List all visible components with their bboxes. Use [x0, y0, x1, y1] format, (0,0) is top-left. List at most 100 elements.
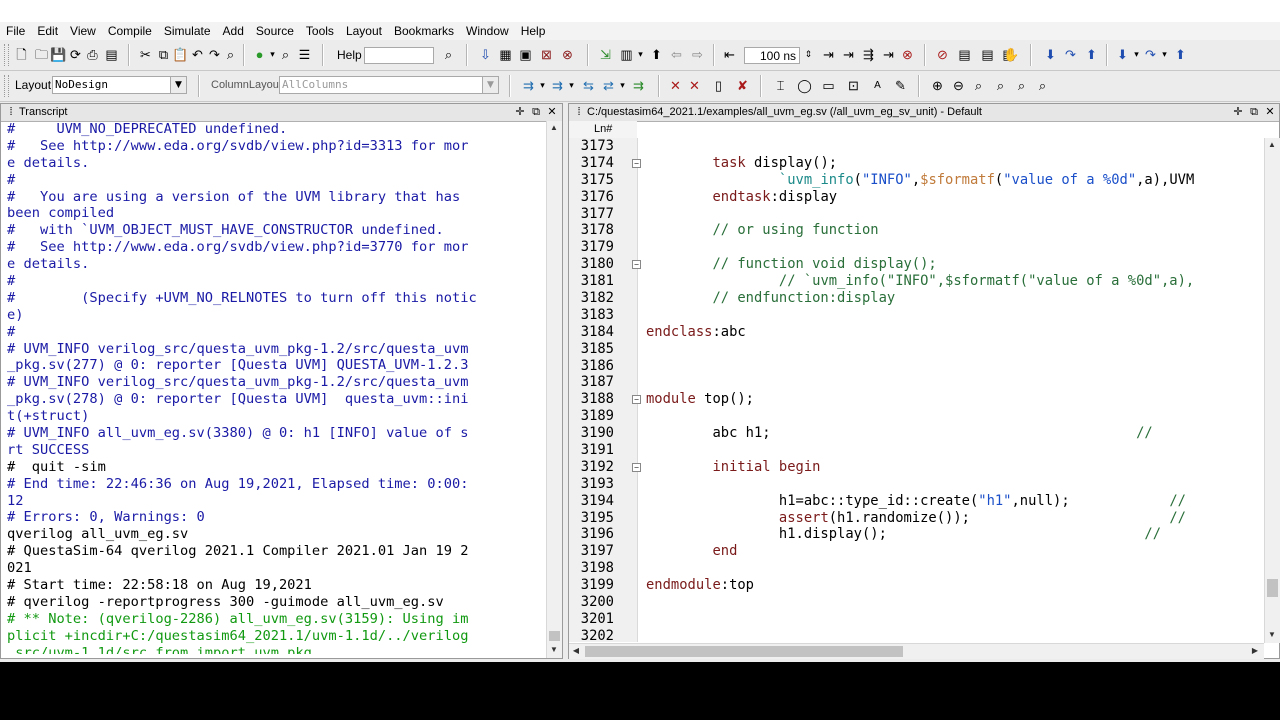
menu-window[interactable]: Window	[460, 22, 515, 40]
code-line[interactable]: 3185	[569, 341, 1263, 358]
compile-all-icon[interactable]: ▦	[497, 46, 514, 63]
print-icon[interactable]: ⎙	[84, 46, 101, 63]
scroll-down-icon[interactable]: ▼	[547, 643, 561, 657]
menu-compile[interactable]: Compile	[102, 22, 158, 40]
code-line[interactable]: 3191	[569, 442, 1263, 459]
add-pane-icon[interactable]: ✛	[513, 105, 527, 119]
scroll-down-icon[interactable]: ▼	[1265, 628, 1279, 642]
undock-icon[interactable]: ⧉	[529, 105, 543, 119]
step-icon[interactable]: ⇲	[597, 46, 614, 63]
code-line[interactable]: 3173	[569, 138, 1263, 155]
zoom-region-icon[interactable]: ⌕	[992, 77, 1009, 94]
restart-icon[interactable]: ⇤	[721, 46, 738, 63]
pen-icon[interactable]: ✎	[892, 77, 909, 94]
menu-add[interactable]: Add	[217, 22, 250, 40]
break-icon[interactable]: ⊠	[538, 46, 555, 63]
continue-run-icon[interactable]: ⇥	[840, 46, 857, 63]
code-line[interactable]: 3201	[569, 611, 1263, 628]
undo-icon[interactable]: ↶	[189, 46, 206, 63]
zoom-last-icon[interactable]: ⌕	[1034, 77, 1051, 94]
binoculars-icon[interactable]: ⌕	[277, 46, 294, 63]
code-line[interactable]: 3182 // endfunction:display	[569, 290, 1263, 307]
source-horizontal-scrollbar[interactable]: ◀ ▶	[569, 643, 1264, 659]
code-line[interactable]: 3193	[569, 476, 1263, 493]
delete-all-icon[interactable]: ✕	[686, 77, 703, 94]
code-line[interactable]: 3200	[569, 594, 1263, 611]
menu-bookmarks[interactable]: Bookmarks	[388, 22, 460, 40]
wave-zoom-icon[interactable]: ⇉	[630, 77, 647, 94]
chevron-down-icon[interactable]: ▾	[1156, 46, 1173, 63]
step-down-icon[interactable]: ⬇	[1042, 46, 1059, 63]
code-line[interactable]: 3197 end	[569, 543, 1263, 560]
code-line[interactable]: 3184 endclass:abc	[569, 324, 1263, 341]
help-search-field[interactable]	[364, 47, 434, 64]
chevron-down-icon[interactable]: ▾	[563, 77, 580, 94]
paste-icon[interactable]: 📋	[172, 46, 189, 63]
code-line[interactable]: 3189	[569, 408, 1263, 425]
scrollbar-thumb[interactable]	[585, 646, 903, 657]
scroll-right-icon[interactable]: ▶	[1248, 644, 1262, 658]
code-line[interactable]: 3179	[569, 239, 1263, 256]
menu-edit[interactable]: Edit	[31, 22, 64, 40]
fold-toggle-icon[interactable]: −	[632, 395, 641, 405]
scroll-left-icon[interactable]: ◀	[569, 644, 583, 658]
code-line[interactable]: 3181 // `uvm_info("INFO",$sformatf("valu…	[569, 273, 1263, 290]
layout-select[interactable]: NoDesign ▼	[52, 76, 187, 94]
zoom-in-icon[interactable]: ⊕	[929, 77, 946, 94]
code-line[interactable]: 3174 − task display();	[569, 155, 1263, 172]
menu-tools[interactable]: Tools	[300, 22, 340, 40]
menu-view[interactable]: View	[64, 22, 102, 40]
transcript-text[interactable]: # UVM_NO_DEPRECATED undefined. # See http…	[7, 121, 537, 654]
document-icon[interactable]: ▯	[710, 77, 727, 94]
code-line[interactable]: 3199 endmodule:top	[569, 577, 1263, 594]
scroll-up-icon[interactable]: ▲	[1265, 138, 1279, 152]
fold-toggle-icon[interactable]: −	[632, 158, 641, 168]
code-line[interactable]: 3195 assert(h1.randomize()); //	[569, 510, 1263, 527]
code-line[interactable]: 3187	[569, 374, 1263, 391]
source-code[interactable]: 3173 3174− task display(); 3175 `uvm_info(…	[569, 138, 1263, 642]
chevron-down-icon[interactable]: ▼	[482, 77, 498, 93]
reload-icon[interactable]: ⟳	[67, 46, 84, 63]
code-line[interactable]: 3183	[569, 307, 1263, 324]
code-line[interactable]: 3192 − initial begin	[569, 459, 1263, 476]
ellipse-icon[interactable]: ◯	[796, 77, 813, 94]
toolbar-grip[interactable]	[4, 44, 9, 66]
forward-arrow-icon[interactable]: ⇨	[689, 46, 706, 63]
add-pane-icon[interactable]: ✛	[1231, 105, 1245, 119]
toolbar-grip[interactable]	[4, 75, 9, 97]
close-icon[interactable]: ✕	[545, 105, 559, 119]
run-icon-2[interactable]: ⇥	[880, 46, 897, 63]
clear-icon[interactable]: ✘	[734, 77, 751, 94]
menu-source[interactable]: Source	[250, 22, 300, 40]
delete-icon[interactable]: ✕	[667, 77, 684, 94]
chevron-down-icon[interactable]: ▼	[170, 77, 186, 93]
column-layout-select[interactable]: AllColumns ▼	[279, 76, 499, 94]
list-icon[interactable]: ☰	[296, 46, 313, 63]
spinner-icon[interactable]: ⇕	[800, 46, 817, 63]
code-line[interactable]: 3175 `uvm_info("INFO",$sformatf("value o…	[569, 172, 1263, 189]
redo-icon[interactable]: ↷	[206, 46, 223, 63]
fold-toggle-icon[interactable]: −	[632, 260, 641, 270]
end-simulation-icon[interactable]: ⊗	[559, 46, 576, 63]
step-over-arrow-icon[interactable]: ↷	[1062, 46, 1079, 63]
close-icon[interactable]: ✕	[1263, 105, 1277, 119]
text-box-icon[interactable]: ⊡	[845, 77, 862, 94]
save-icon[interactable]: 💾	[50, 46, 67, 63]
help-search-icon[interactable]: ⌕	[440, 46, 457, 63]
scrollbar-thumb[interactable]	[549, 631, 560, 641]
cut-icon[interactable]: ✂	[137, 46, 154, 63]
zoom-fit-icon[interactable]: ⌕	[970, 77, 987, 94]
step-out-arrow-icon[interactable]: ⬆	[1172, 46, 1189, 63]
code-line[interactable]: 3176 endtask:display	[569, 189, 1263, 206]
up-arrow-icon[interactable]: ⬆	[648, 46, 665, 63]
run-length-icon[interactable]: ⇥	[820, 46, 837, 63]
wave-group-icon[interactable]: ⇆	[580, 77, 597, 94]
chevron-down-icon[interactable]: ▾	[632, 46, 649, 63]
pane-grip-icon[interactable]: ⁞	[4, 105, 18, 119]
rectangle-icon[interactable]: ▭	[820, 77, 837, 94]
transcript-scrollbar[interactable]: ▲ ▼	[546, 121, 562, 658]
code-line[interactable]: 3190 abc h1; //	[569, 425, 1263, 442]
undock-icon[interactable]: ⧉	[1247, 105, 1261, 119]
code-line[interactable]: 3198	[569, 560, 1263, 577]
break-run-icon[interactable]: ⊘	[934, 46, 951, 63]
